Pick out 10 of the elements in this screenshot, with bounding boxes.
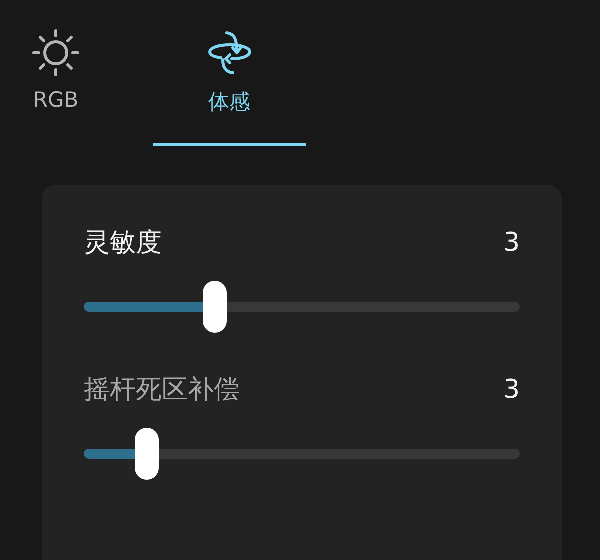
slider-track[interactable]	[84, 302, 520, 312]
tab[interactable]: 体感	[153, 0, 306, 146]
setting-value: 3	[503, 228, 520, 258]
setting-label: 摇杆死区补偿	[84, 374, 240, 407]
setting-label: 灵敏度	[84, 227, 162, 260]
slider-track[interactable]	[84, 449, 520, 459]
brightness-icon	[31, 28, 81, 78]
slider-thumb[interactable]	[202, 281, 227, 333]
setting-value: 3	[503, 374, 520, 404]
tab[interactable]: RGB	[0, 0, 112, 146]
